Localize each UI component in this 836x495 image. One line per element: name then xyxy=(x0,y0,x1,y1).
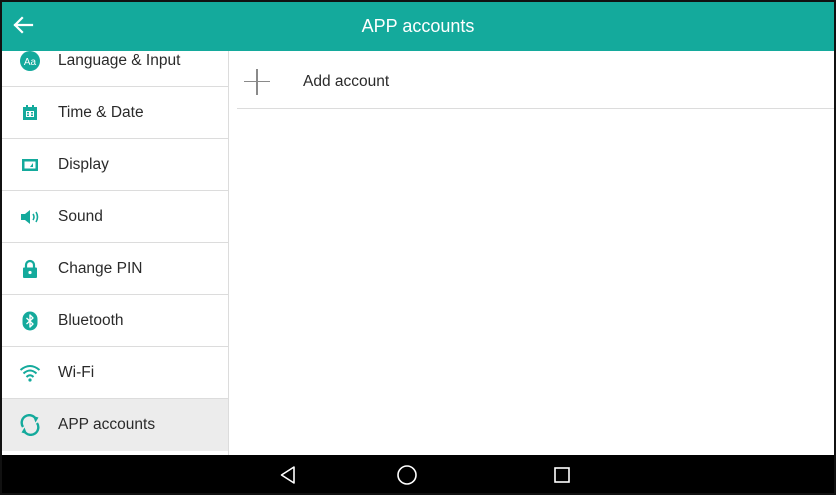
calendar-icon xyxy=(2,87,58,139)
sidebar-item-sound[interactable]: Sound xyxy=(2,191,228,243)
screen-frame: APP accounts Aa Language & Input Time & … xyxy=(0,0,836,495)
sidebar-item-label: Language & Input xyxy=(58,51,181,69)
plus-icon xyxy=(241,66,273,98)
wifi-icon xyxy=(2,347,58,399)
sidebar-item-label: APP accounts xyxy=(58,416,156,433)
nav-back-button[interactable] xyxy=(264,455,312,493)
sidebar-item-label: Wi-Fi xyxy=(58,363,95,381)
sidebar-item-app-accounts[interactable]: APP accounts xyxy=(2,399,228,451)
sidebar-item-language-input[interactable]: Aa Language & Input xyxy=(2,51,228,87)
sidebar-item-label: Display xyxy=(58,155,109,173)
bluetooth-icon xyxy=(2,295,58,347)
header-bar: APP accounts xyxy=(2,2,834,51)
add-account-button[interactable]: Add account xyxy=(237,55,834,109)
home-circle-icon xyxy=(397,465,417,485)
sidebar-item-bluetooth[interactable]: Bluetooth xyxy=(2,295,228,347)
back-triangle-icon xyxy=(280,466,295,484)
sidebar-item-wifi[interactable]: Wi-Fi xyxy=(2,347,228,399)
sidebar-item-label: Bluetooth xyxy=(58,311,124,329)
nav-recents-button[interactable] xyxy=(538,455,586,493)
sidebar-item-label: Change PIN xyxy=(58,259,143,277)
sidebar-item-label: Sound xyxy=(58,207,103,225)
sidebar-item-time-date[interactable]: Time & Date xyxy=(2,87,228,139)
sidebar-item-change-pin[interactable]: Change PIN xyxy=(2,243,228,295)
lock-icon xyxy=(2,243,58,295)
speaker-icon xyxy=(2,191,58,243)
settings-sidebar: Aa Language & Input Time & Date Display … xyxy=(2,51,229,455)
display-icon xyxy=(2,139,58,191)
svg-text:Aa: Aa xyxy=(24,57,37,68)
nav-home-button[interactable] xyxy=(383,455,431,493)
content-panel: Add account xyxy=(229,51,834,455)
add-account-label: Add account xyxy=(303,72,390,90)
navigation-bar xyxy=(2,455,834,493)
sync-icon xyxy=(2,399,58,451)
page-title: APP accounts xyxy=(361,16,475,36)
language-icon: Aa xyxy=(2,51,58,87)
recents-square-icon xyxy=(554,467,570,483)
sidebar-item-label: Time & Date xyxy=(58,103,144,121)
sidebar-item-display[interactable]: Display xyxy=(2,139,228,191)
